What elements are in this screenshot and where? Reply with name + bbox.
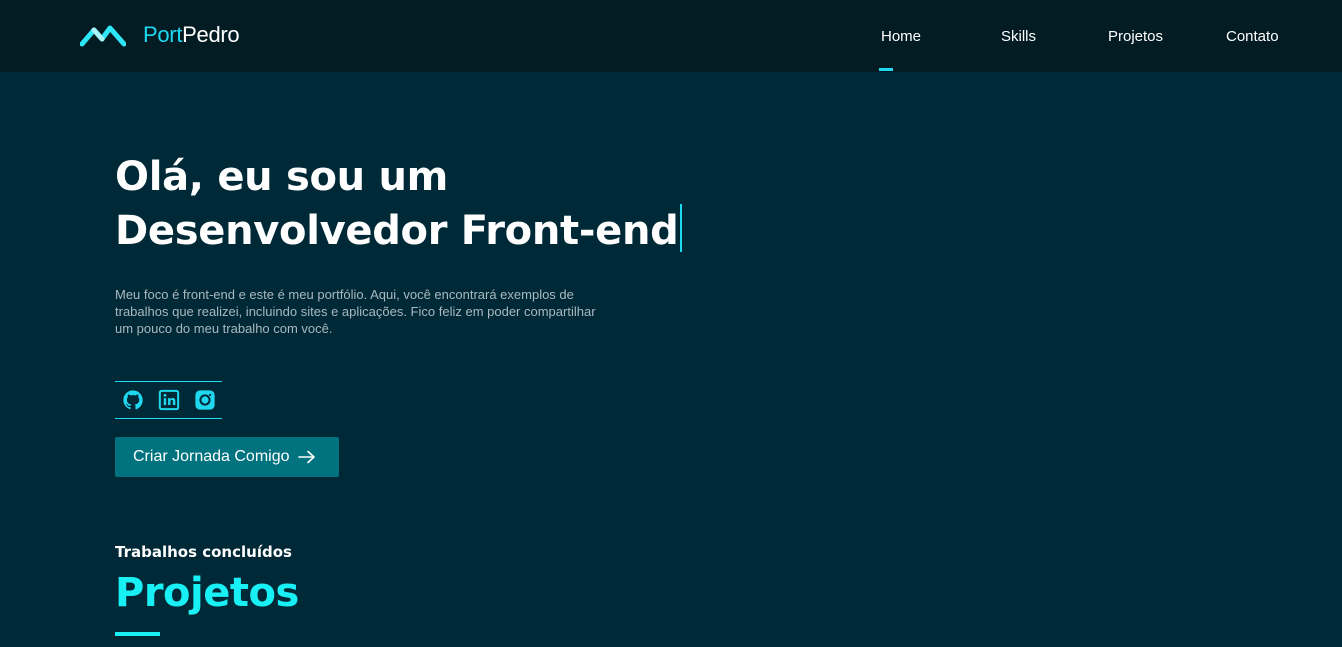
projects-title: Projetos	[115, 570, 299, 616]
cta-button-label: Criar Jornada Comigo	[133, 448, 290, 465]
brand-name-rest: Pedro	[182, 22, 240, 47]
linkedin-icon[interactable]	[158, 389, 180, 411]
nav-item-projetos[interactable]: Projetos	[1108, 28, 1163, 45]
github-icon[interactable]	[122, 389, 144, 411]
hero-title-line-2-text: Desenvolvedor Front-end	[115, 208, 679, 254]
nav-item-home[interactable]: Home	[881, 28, 921, 45]
projects-subtitle: Trabalhos concluídos	[115, 543, 292, 561]
hero-title: Olá, eu sou um Desenvolvedor Front-end	[115, 151, 682, 258]
nav-item-contato[interactable]: Contato	[1226, 28, 1279, 45]
brand-name-accent: Port	[143, 22, 183, 47]
navbar: PortPedro Home Skills Projetos Contato	[0, 0, 1342, 72]
cta-button[interactable]: Criar Jornada Comigo	[115, 437, 339, 477]
nav-item-skills[interactable]: Skills	[1001, 28, 1036, 45]
brand-name: PortPedro	[143, 22, 240, 48]
arrow-right-icon	[297, 450, 315, 464]
instagram-icon[interactable]	[194, 389, 216, 411]
nav-active-indicator	[879, 68, 893, 71]
hero-title-line-1: Olá, eu sou um	[115, 154, 449, 200]
brand-logo[interactable]: PortPedro	[80, 22, 240, 48]
projects-title-underline	[115, 632, 160, 636]
hero-description: Meu foco é front-end e este é meu portfó…	[115, 287, 596, 336]
social-links	[115, 381, 222, 419]
typing-cursor	[679, 204, 682, 252]
hero-title-line-2: Desenvolvedor Front-end	[115, 204, 682, 258]
mountain-logo-icon	[80, 25, 126, 47]
